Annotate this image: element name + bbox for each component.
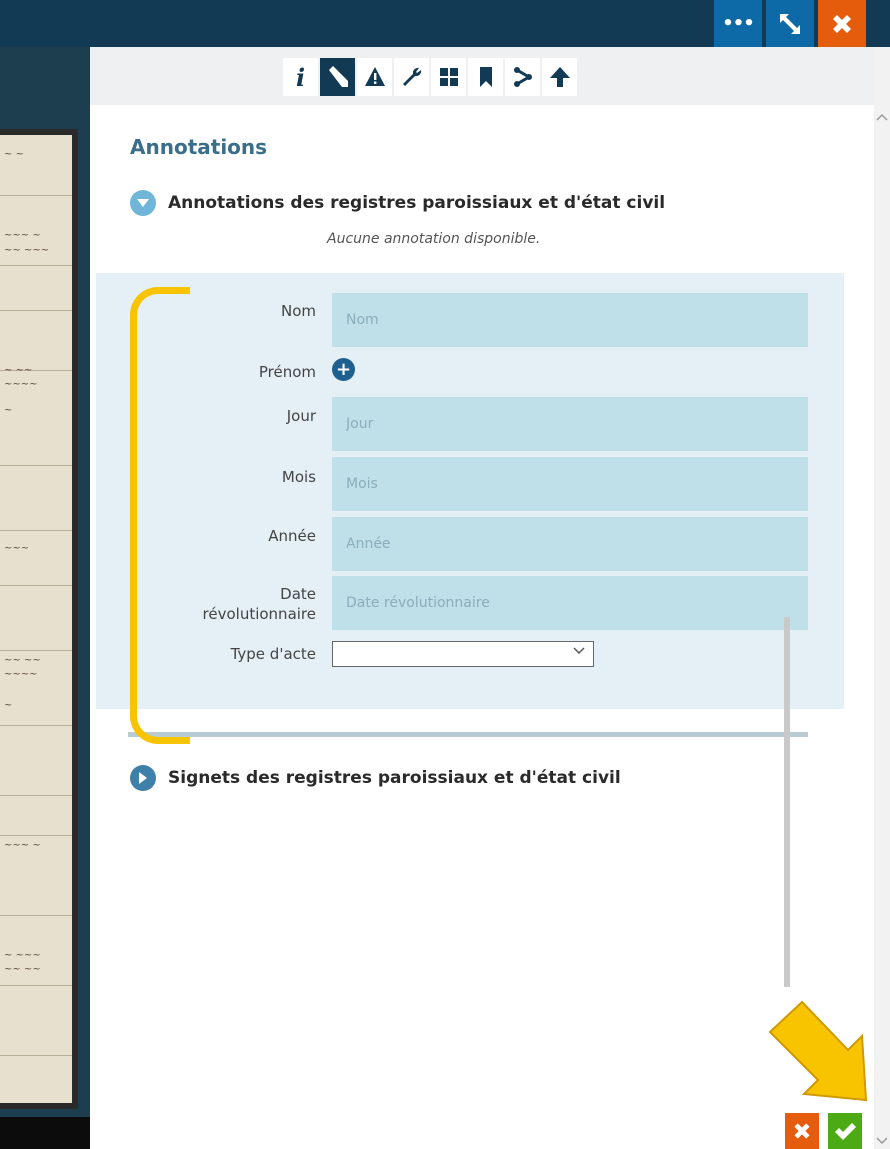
grid-icon bbox=[439, 68, 458, 86]
cancel-button[interactable] bbox=[785, 1113, 819, 1149]
close-panel-button[interactable] bbox=[818, 0, 866, 47]
label-revolutionnaire: révolutionnaire bbox=[202, 605, 316, 624]
chevron-down-icon bbox=[573, 647, 585, 655]
label-nom: Nom bbox=[280, 302, 316, 320]
plus-icon: + bbox=[335, 358, 352, 380]
tab-share[interactable] bbox=[505, 58, 540, 96]
document-viewer[interactable]: ~ ~ ~~~ ~ ~~ ~~~ ~ ~~ ~~~~ ~ ~~~ ~~ ~~ ~~~~… bbox=[0, 47, 90, 1149]
label-date: Date bbox=[280, 585, 316, 603]
label-type-acte: Type d'acte bbox=[230, 645, 316, 663]
bookmark-icon bbox=[479, 67, 492, 87]
tab-annotations[interactable] bbox=[320, 58, 355, 96]
close-icon bbox=[833, 14, 851, 33]
expand-icon bbox=[780, 13, 800, 34]
tab-bookmarks[interactable] bbox=[468, 58, 503, 96]
check-icon bbox=[835, 1123, 856, 1140]
label-jour: Jour bbox=[286, 407, 316, 425]
more-options-button[interactable]: ••• bbox=[714, 0, 762, 47]
section-signets-label: Signets des registres paroissiaux et d'é… bbox=[168, 768, 621, 788]
expand-button[interactable] bbox=[766, 0, 814, 47]
viewer-footer bbox=[0, 1117, 90, 1149]
highlight-bracket bbox=[130, 287, 190, 744]
tab-grid[interactable] bbox=[431, 58, 466, 96]
annotation-form: Nom Prénom + Jour Mois Année Date révolu… bbox=[96, 273, 844, 709]
annee-input[interactable] bbox=[332, 517, 808, 571]
section-divider bbox=[128, 732, 808, 737]
pencil-icon bbox=[328, 66, 348, 87]
label-prenom: Prénom bbox=[258, 363, 316, 381]
date-revolutionnaire-input[interactable] bbox=[332, 576, 808, 630]
tab-warning[interactable] bbox=[357, 58, 392, 96]
add-prenom-button[interactable]: + bbox=[332, 358, 355, 381]
type-acte-select[interactable] bbox=[332, 641, 594, 667]
mois-input[interactable] bbox=[332, 457, 808, 511]
chevron-down-icon bbox=[130, 190, 156, 216]
register-page-image: ~ ~ ~~~ ~ ~~ ~~~ ~ ~~ ~~~~ ~ ~~~ ~~ ~~ ~~~~… bbox=[0, 129, 78, 1109]
section-annotations-registres[interactable]: Annotations des registres paroissiaux et… bbox=[130, 190, 665, 216]
annotations-title: Annotations bbox=[130, 135, 268, 159]
tab-info[interactable]: i bbox=[283, 58, 318, 96]
warning-icon bbox=[364, 67, 385, 86]
scrollbar-thumb[interactable] bbox=[784, 617, 790, 987]
label-date-revolutionnaire: Date révolutionnaire bbox=[176, 584, 316, 625]
wrench-icon bbox=[402, 67, 421, 86]
empty-annotations-message: Aucune annotation disponible. bbox=[327, 231, 541, 247]
section-annotations-label: Annotations des registres paroissiaux et… bbox=[168, 193, 666, 213]
info-icon: i bbox=[295, 62, 306, 92]
confirm-button[interactable] bbox=[828, 1113, 862, 1149]
panel-tab-bar: i bbox=[90, 47, 874, 105]
chevron-up-icon bbox=[876, 113, 888, 121]
label-mois: Mois bbox=[281, 468, 316, 486]
section-signets-registres[interactable]: Signets des registres paroissiaux et d'é… bbox=[130, 765, 621, 791]
chevron-right-icon bbox=[130, 765, 156, 791]
tab-tools[interactable] bbox=[394, 58, 429, 96]
top-bar: ••• bbox=[0, 0, 890, 47]
label-annee: Année bbox=[268, 527, 316, 545]
nom-input[interactable] bbox=[332, 293, 808, 347]
close-icon bbox=[794, 1123, 810, 1139]
more-label: ••• bbox=[722, 13, 755, 34]
jour-input[interactable] bbox=[332, 397, 808, 451]
tab-tree[interactable] bbox=[542, 58, 577, 96]
tree-icon bbox=[549, 67, 570, 87]
share-icon bbox=[513, 67, 532, 87]
